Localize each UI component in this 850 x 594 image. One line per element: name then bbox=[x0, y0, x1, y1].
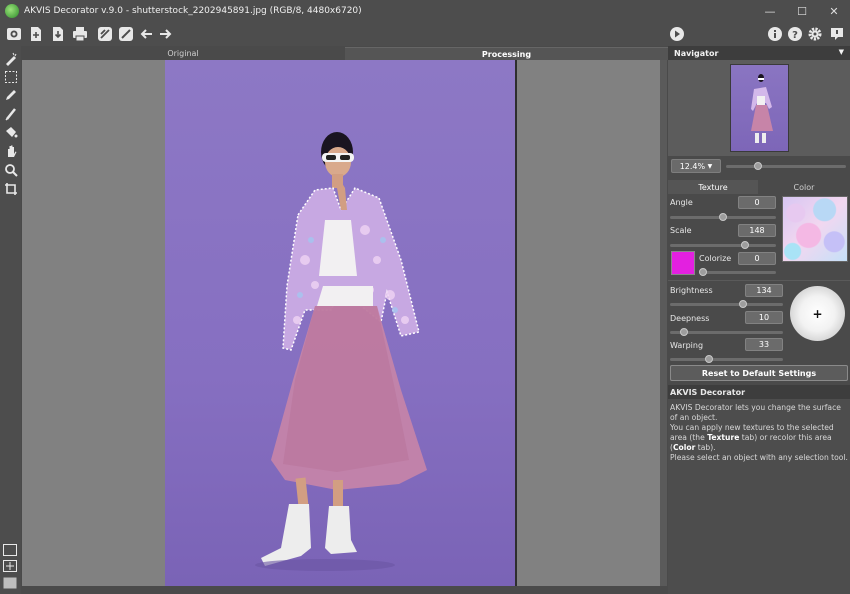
colorize-slider-knob[interactable] bbox=[699, 268, 707, 276]
zoom-row: 12.4% ▼ bbox=[668, 156, 850, 178]
colorize-slider-track[interactable] bbox=[699, 271, 776, 274]
image-canvas[interactable] bbox=[22, 60, 660, 586]
open-file-icon[interactable] bbox=[27, 25, 45, 43]
angle-slider-knob[interactable] bbox=[719, 213, 727, 221]
model-illustration bbox=[255, 132, 427, 571]
batch-icon[interactable] bbox=[96, 25, 114, 43]
colorize-color-swatch[interactable] bbox=[671, 251, 695, 275]
tab-texture[interactable]: Texture bbox=[668, 180, 758, 194]
tools-panel bbox=[0, 46, 21, 594]
run-icon[interactable] bbox=[668, 25, 686, 43]
photo-image bbox=[165, 60, 517, 586]
settings-panel: Navigator ▼ 12.4% ▼ Texture Color Angle … bbox=[668, 46, 850, 594]
colorize-label: Colorize bbox=[699, 254, 732, 263]
help-title: AKVIS Decorator bbox=[668, 385, 850, 399]
bucket-icon[interactable] bbox=[2, 123, 19, 140]
brightness-field[interactable]: 134 bbox=[745, 284, 783, 297]
pencil-icon[interactable] bbox=[2, 86, 19, 103]
toolbar: ? bbox=[0, 22, 850, 46]
crosshair-icon: + bbox=[812, 306, 823, 321]
zoom-value: 12.4% bbox=[679, 161, 706, 171]
settings-icon[interactable] bbox=[806, 25, 824, 43]
help-line-1: AKVIS Decorator lets you change the surf… bbox=[670, 403, 841, 422]
single-view-icon[interactable] bbox=[3, 577, 17, 589]
hand-icon[interactable] bbox=[2, 142, 19, 159]
zoom-slider-track[interactable] bbox=[726, 165, 846, 168]
warping-slider-knob[interactable] bbox=[705, 355, 713, 363]
fit-view-icon[interactable] bbox=[3, 544, 17, 556]
svg-text:?: ? bbox=[792, 30, 798, 41]
redo-icon[interactable] bbox=[156, 25, 174, 43]
open-image-icon[interactable] bbox=[5, 25, 23, 43]
crop-icon[interactable] bbox=[2, 180, 19, 197]
deepness-slider-knob[interactable] bbox=[680, 328, 688, 336]
undo-icon[interactable] bbox=[138, 25, 156, 43]
panel-tabs: Texture Color bbox=[668, 180, 850, 194]
angle-field[interactable]: 0 bbox=[738, 196, 776, 209]
info-icon[interactable] bbox=[766, 25, 784, 43]
warping-label: Warping bbox=[670, 341, 704, 350]
warping-slider-track[interactable] bbox=[670, 358, 783, 361]
print-icon[interactable] bbox=[71, 25, 89, 43]
window-title: AKVIS Decorator v.9.0 - shutterstock_220… bbox=[24, 6, 362, 16]
split-view-icon[interactable] bbox=[3, 560, 17, 572]
close-button[interactable]: ✕ bbox=[818, 0, 850, 22]
tab-original[interactable]: Original bbox=[22, 47, 344, 60]
split-divider[interactable] bbox=[515, 60, 517, 586]
brightness-slider-knob[interactable] bbox=[739, 300, 747, 308]
reset-default-button[interactable]: Reset to Default Settings bbox=[670, 365, 848, 381]
scale-slider-knob[interactable] bbox=[741, 241, 749, 249]
brightness-slider-track[interactable] bbox=[670, 303, 783, 306]
vertical-scrollbar[interactable] bbox=[660, 60, 667, 586]
zoom-slider-knob[interactable] bbox=[754, 162, 763, 170]
view-tabs: Original Processing bbox=[22, 47, 668, 60]
eraser-icon[interactable] bbox=[2, 105, 19, 122]
colorize-field[interactable]: 0 bbox=[738, 252, 776, 265]
deepness-label: Deepness bbox=[670, 314, 710, 323]
brightness-label: Brightness bbox=[670, 286, 713, 295]
chevron-down-icon[interactable]: ▼ bbox=[839, 48, 844, 56]
rect-selection-icon[interactable] bbox=[2, 68, 19, 85]
angle-label: Angle bbox=[670, 198, 693, 207]
scale-slider-track[interactable] bbox=[670, 244, 776, 247]
light-direction-control[interactable]: + bbox=[790, 286, 845, 341]
horizontal-scrollbar[interactable] bbox=[22, 586, 668, 594]
magic-brush-icon[interactable] bbox=[2, 50, 19, 67]
help-line-2: You can apply new textures to the select… bbox=[670, 423, 834, 452]
navigator-title: Navigator bbox=[674, 48, 719, 58]
scale-label: Scale bbox=[670, 226, 692, 235]
save-icon[interactable] bbox=[49, 25, 67, 43]
app-logo-icon bbox=[5, 4, 19, 18]
navigator-preview[interactable] bbox=[668, 60, 850, 156]
separator bbox=[668, 280, 850, 281]
minimize-button[interactable]: — bbox=[754, 0, 786, 22]
navigator-header: Navigator ▼ bbox=[668, 46, 850, 60]
window-controls: — ☐ ✕ bbox=[754, 0, 850, 22]
deepness-field[interactable]: 10 bbox=[745, 311, 783, 324]
help-text: AKVIS Decorator lets you change the surf… bbox=[670, 403, 848, 463]
texture-preview[interactable] bbox=[782, 196, 848, 262]
help-line-3: Please select an object with any selecti… bbox=[670, 453, 848, 462]
scale-field[interactable]: 148 bbox=[738, 224, 776, 237]
navigator-thumbnail[interactable] bbox=[730, 64, 789, 152]
zoom-dropdown[interactable]: 12.4% ▼ bbox=[671, 159, 721, 173]
share-icon[interactable] bbox=[117, 25, 135, 43]
warping-field[interactable]: 33 bbox=[745, 338, 783, 351]
title-bar: AKVIS Decorator v.9.0 - shutterstock_220… bbox=[0, 0, 850, 22]
tab-color[interactable]: Color bbox=[758, 180, 850, 194]
notifications-icon[interactable] bbox=[828, 25, 846, 43]
help-icon[interactable]: ? bbox=[786, 25, 804, 43]
zoom-icon[interactable] bbox=[2, 161, 19, 178]
help-panel: AKVIS Decorator AKVIS Decorator lets you… bbox=[668, 385, 850, 594]
maximize-button[interactable]: ☐ bbox=[786, 0, 818, 22]
tab-processing[interactable]: Processing bbox=[345, 47, 668, 60]
chevron-down-icon: ▼ bbox=[707, 162, 713, 170]
